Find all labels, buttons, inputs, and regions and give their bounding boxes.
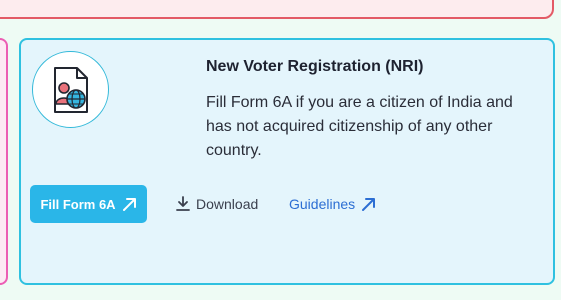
form-icon-container bbox=[32, 51, 109, 128]
fill-form-6a-button[interactable]: Fill Form 6A bbox=[30, 185, 147, 223]
guidelines-label: Guidelines bbox=[289, 196, 356, 212]
nri-registration-card: New Voter Registration (NRI) Fill Form 6… bbox=[19, 38, 555, 285]
download-icon bbox=[176, 196, 190, 211]
download-link[interactable]: Download bbox=[176, 193, 258, 215]
arrow-up-right-icon bbox=[362, 197, 376, 211]
form-person-globe-icon bbox=[54, 67, 88, 113]
previous-card-edge bbox=[0, 0, 554, 19]
arrow-up-right-icon bbox=[122, 197, 136, 211]
card-description: Fill Form 6A if you are a citizen of Ind… bbox=[206, 94, 513, 159]
card-title: New Voter Registration (NRI) bbox=[206, 58, 424, 75]
guidelines-link[interactable]: Guidelines bbox=[289, 193, 376, 215]
fill-form-6a-label: Fill Form 6A bbox=[40, 196, 116, 212]
download-label: Download bbox=[196, 196, 259, 212]
adjacent-card-edge bbox=[0, 38, 8, 285]
